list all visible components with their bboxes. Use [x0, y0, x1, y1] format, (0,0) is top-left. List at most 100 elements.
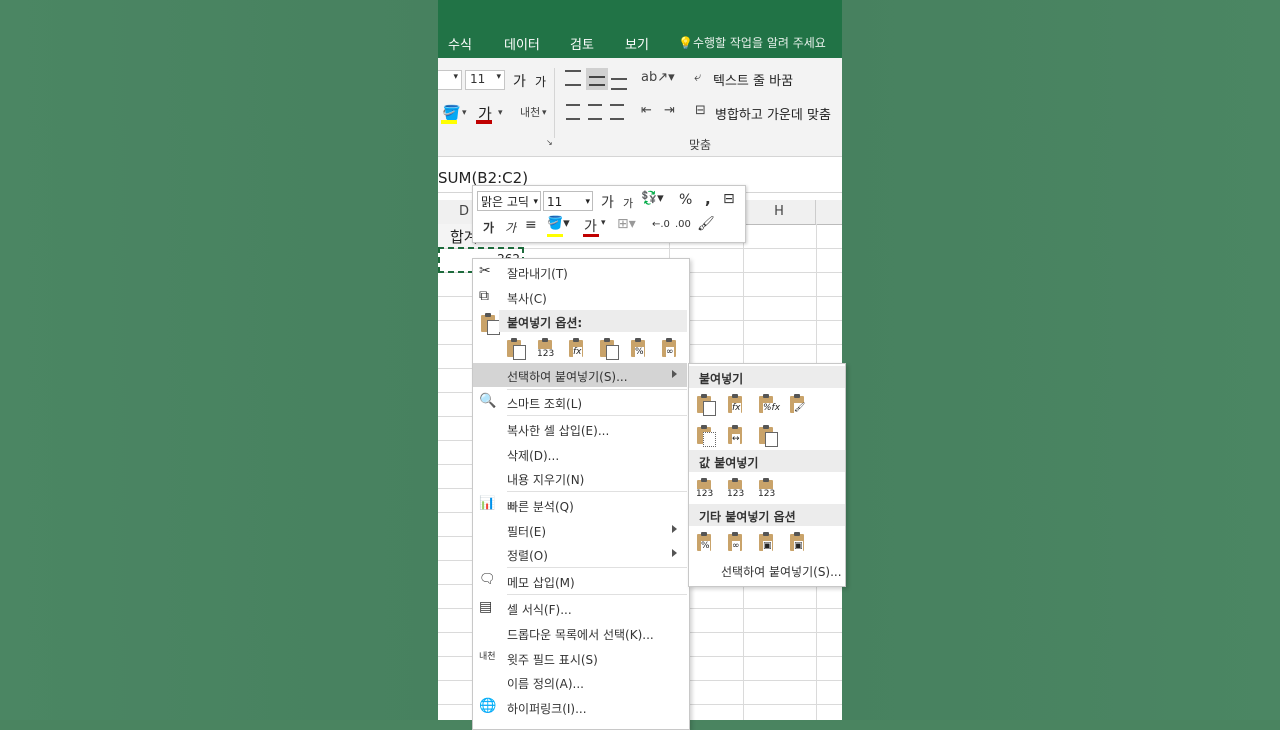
mini-align-center-icon[interactable]: ≡: [525, 217, 537, 233]
tab-review[interactable]: 검토: [570, 34, 594, 53]
fill-dropdown-icon[interactable]: ▾: [462, 108, 467, 118]
paste-picture-icon[interactable]: ▣: [757, 531, 779, 553]
font-name-box[interactable]: ▾: [438, 70, 462, 90]
submenu-paste-special-link[interactable]: 선택하여 붙여넣기(S)...: [721, 563, 843, 580]
mini-comma-button[interactable]: ,: [705, 190, 711, 208]
submenu-arrow-icon: [672, 525, 677, 533]
submenu-arrow-icon: [672, 549, 677, 557]
mini-font-color-swatch: [583, 234, 599, 237]
menu-show-phonetic-field[interactable]: 내천 윗주 필드 표시(S): [473, 646, 687, 670]
phonetic-dropdown-icon[interactable]: ▾: [542, 108, 547, 118]
paste-formatting-icon[interactable]: %: [695, 531, 717, 553]
mini-accounting-icon[interactable]: 💱▾: [641, 191, 664, 206]
paste-all-icon[interactable]: [695, 393, 717, 416]
tab-data[interactable]: 데이터: [504, 34, 540, 53]
align-right-icon[interactable]: [610, 104, 624, 120]
merge-center-button[interactable]: 병합하고 가운데 맞춤: [715, 104, 831, 123]
grow-font-button[interactable]: 가: [513, 71, 526, 91]
paste-formatting-icon[interactable]: %: [629, 337, 651, 359]
mini-increase-decimal[interactable]: ←.0: [652, 219, 670, 230]
menu-define-name[interactable]: 이름 정의(A)...: [473, 670, 687, 694]
menu-delete[interactable]: 삭제(D)...: [473, 442, 687, 466]
shrink-font-button[interactable]: 가: [535, 73, 546, 90]
font-size-box[interactable]: 11 ▾: [465, 70, 505, 90]
align-top-icon[interactable]: [565, 70, 581, 86]
submenu-arrow-icon: [672, 370, 677, 378]
font-color-swatch: [476, 120, 492, 124]
paste-keep-source-format-icon[interactable]: 🖌: [788, 393, 810, 415]
mini-font-color-dropdown-icon[interactable]: ▾: [601, 218, 606, 228]
hyperlink-icon: 🌐: [479, 698, 497, 714]
orientation-icon[interactable]: ab↗▾: [641, 70, 675, 85]
paste-formulas-icon[interactable]: fx: [726, 393, 748, 415]
tab-formulas[interactable]: 수식: [448, 34, 472, 53]
copy-icon: ⧉: [479, 288, 489, 304]
font-color-dropdown-icon[interactable]: ▾: [498, 108, 503, 118]
menu-quick-analysis[interactable]: 📊 빠른 분석(Q): [473, 493, 687, 517]
menu-clear-contents[interactable]: 내용 지우기(N): [473, 466, 687, 490]
menu-separator: [507, 567, 687, 568]
paste-link-icon[interactable]: ∞: [726, 531, 748, 553]
paste-keep-column-widths-icon[interactable]: ↔: [726, 424, 748, 446]
wrap-text-icon[interactable]: ⤶: [694, 70, 701, 85]
merge-icon[interactable]: ⊟: [695, 103, 706, 118]
phonetic-button[interactable]: 내천: [520, 104, 540, 120]
column-header-i[interactable]: [816, 200, 842, 225]
paste-transpose-icon[interactable]: [757, 424, 779, 447]
phonetic-icon: 내천: [479, 652, 496, 662]
menu-separator: [507, 491, 687, 492]
paste-transpose-icon[interactable]: [598, 337, 620, 360]
mini-shrink-font[interactable]: 가: [623, 195, 633, 211]
background-right: [842, 0, 1280, 720]
increase-indent-icon[interactable]: ⇥: [664, 103, 675, 118]
align-left-icon[interactable]: [566, 104, 580, 120]
alignment-group-label: 맞춤: [689, 138, 712, 152]
paste-icon: [479, 312, 500, 335]
decrease-indent-icon[interactable]: ⇤: [641, 103, 652, 118]
menu-pick-from-dropdown[interactable]: 드롭다운 목록에서 선택(K)...: [473, 621, 687, 645]
submenu-other-paste-header: 기타 붙여넣기 옵션: [689, 504, 845, 526]
mini-font-size[interactable]: 11 ▾: [543, 191, 593, 211]
mini-percent-button[interactable]: %: [679, 192, 692, 208]
mini-format-painter-icon[interactable]: 🖌: [697, 216, 715, 232]
menu-insert-copied-cells[interactable]: 복사한 셀 삽입(E)...: [473, 417, 687, 441]
menu-smart-lookup[interactable]: 🔍 스마트 조회(L): [473, 390, 687, 414]
menu-insert-comment[interactable]: 🗨 메모 삽입(M): [473, 569, 687, 593]
paste-linked-picture-icon[interactable]: ▣: [788, 531, 810, 553]
font-dialog-launcher-icon[interactable]: ↘: [546, 138, 553, 147]
paste-values-icon[interactable]: 123: [536, 337, 558, 359]
menu-cut[interactable]: ✂ 잘라내기(T): [473, 260, 687, 284]
menu-hyperlink[interactable]: 🌐 하이퍼링크(I)...: [473, 695, 687, 719]
paste-formulas-icon[interactable]: fx: [567, 337, 589, 359]
menu-format-cells[interactable]: ▤ 셀 서식(F)...: [473, 596, 687, 620]
mini-decrease-decimal[interactable]: .00: [675, 219, 691, 230]
menu-sort[interactable]: 정렬(O): [473, 542, 687, 566]
paste-no-borders-icon[interactable]: [695, 424, 717, 447]
paste-values-number-format-icon[interactable]: 123: [726, 477, 748, 499]
paste-link-icon[interactable]: ∞: [660, 337, 682, 359]
mini-font-color-button[interactable]: 가: [584, 216, 597, 236]
align-bottom-icon[interactable]: [611, 78, 627, 90]
mini-borders-icon[interactable]: ⊞▾: [617, 216, 636, 232]
paste-icon[interactable]: [505, 337, 527, 360]
context-menu: ✂ 잘라내기(T) ⧉ 복사(C) 붙여넣기 옵션: 123 fx % ∞ 선택하여…: [472, 258, 690, 730]
mini-italic-button[interactable]: 가: [505, 219, 516, 236]
column-header-h[interactable]: H: [743, 200, 816, 225]
paste-values-source-format-icon[interactable]: 123: [757, 477, 779, 499]
tell-me-box[interactable]: 💡수행할 작업을 알려 주세요: [678, 34, 826, 51]
mini-bold-button[interactable]: 가: [483, 219, 494, 236]
align-center-icon[interactable]: [588, 104, 602, 120]
wrap-text-button[interactable]: 텍스트 줄 바꿈: [713, 70, 793, 89]
menu-paste-special[interactable]: 선택하여 붙여넣기(S)...: [473, 363, 687, 387]
mini-grow-font[interactable]: 가: [601, 192, 614, 212]
menu-filter[interactable]: 필터(E): [473, 518, 687, 542]
comment-icon: 🗨: [479, 572, 496, 587]
paste-formulas-number-format-icon[interactable]: %fx: [757, 393, 781, 415]
mini-format-table-icon[interactable]: ⊟: [723, 191, 735, 207]
mini-font-name[interactable]: 맑은 고딕 ▾: [477, 191, 541, 211]
align-middle-icon[interactable]: [586, 68, 608, 90]
tab-view[interactable]: 보기: [625, 34, 649, 53]
mini-fill-color-icon[interactable]: 🪣▾: [547, 216, 570, 231]
menu-copy[interactable]: ⧉ 복사(C): [473, 285, 687, 309]
paste-values-icon[interactable]: 123: [695, 477, 717, 499]
